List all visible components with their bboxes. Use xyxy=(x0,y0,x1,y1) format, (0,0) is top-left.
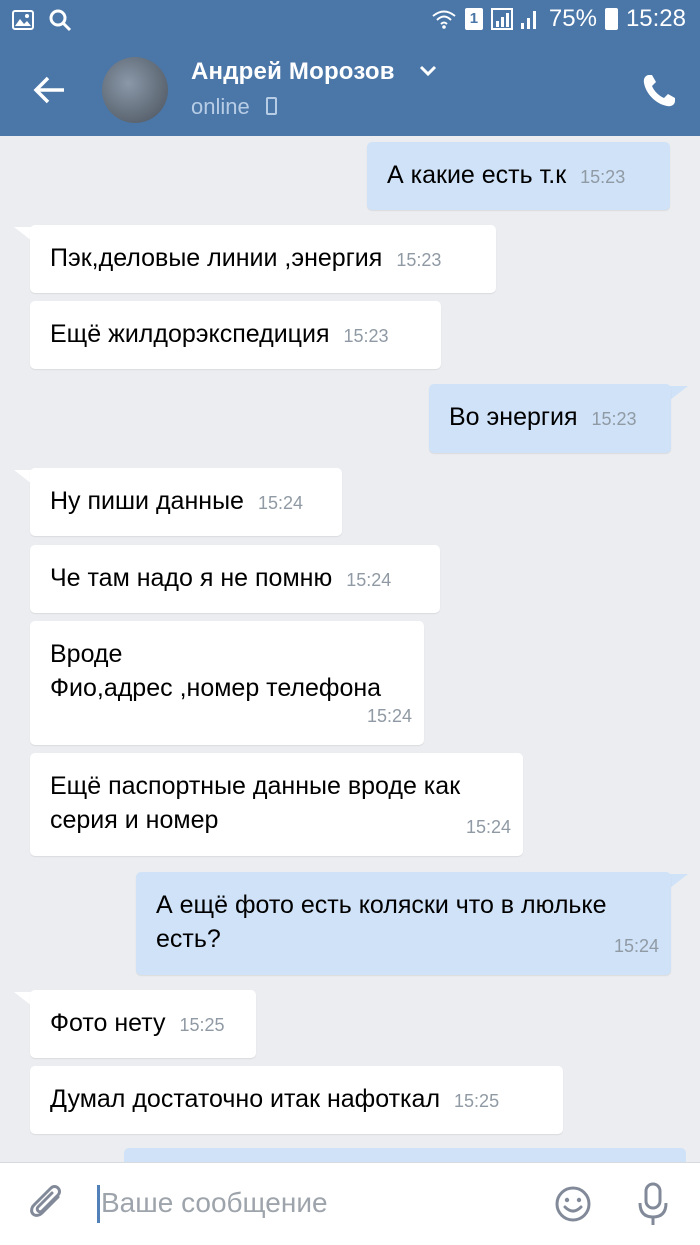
message-text-line: серия и номер xyxy=(50,806,219,834)
message-text: Ну пиши данные xyxy=(50,487,244,515)
avatar[interactable] xyxy=(102,57,168,123)
message-incoming[interactable]: Думал достаточно итак нафоткал 15:25 xyxy=(30,1066,563,1134)
message-text: Во энергия xyxy=(449,403,578,431)
emoji-icon[interactable] xyxy=(554,1185,592,1223)
message-time: 15:25 xyxy=(179,1015,225,1035)
chevron-down-icon[interactable] xyxy=(418,64,438,78)
message-time: 15:24 xyxy=(346,570,392,590)
text-cursor xyxy=(97,1185,100,1223)
back-arrow-icon[interactable] xyxy=(30,70,70,110)
search-icon xyxy=(49,9,72,32)
message-time: 15:23 xyxy=(580,167,626,187)
clock: 15:28 xyxy=(625,5,686,32)
message-text: Ещё жилдорэкспедиция xyxy=(50,320,330,348)
message-outgoing[interactable]: А какие есть т.к 15:23 xyxy=(367,142,670,210)
signal-icon xyxy=(490,8,536,30)
chat-header: Андрей Морозов online xyxy=(0,42,700,136)
message-incoming[interactable]: Ну пиши данные 15:24 xyxy=(30,468,342,536)
battery-percent: 75% xyxy=(548,5,597,32)
message-time: 15:25 xyxy=(454,1091,500,1111)
paperclip-icon[interactable] xyxy=(28,1183,68,1227)
message-outgoing[interactable]: А ещё фото есть коляски что в люльке ест… xyxy=(136,872,671,975)
message-text: Че там надо я не помню xyxy=(50,564,333,592)
battery-icon xyxy=(604,8,618,30)
message-text: Фото нету xyxy=(50,1009,166,1037)
message-text-line: Вроде xyxy=(50,640,123,668)
bubble-tail xyxy=(670,874,688,888)
message-text: Думал достаточно итак нафоткал xyxy=(50,1085,441,1113)
message-text-line: Фио,адрес ,номер телефона xyxy=(50,674,382,702)
message-incoming[interactable]: Пэк,деловые линии ,энергия 15:23 xyxy=(30,225,496,293)
wifi-icon xyxy=(432,10,456,29)
message-incoming[interactable]: Че там надо я не помню 15:24 xyxy=(30,545,440,613)
composer-bar: Ваше сообщение xyxy=(0,1162,700,1245)
message-text-line: А ещё фото есть коляски что в люльке xyxy=(156,891,607,919)
message-text: Пэк,деловые линии ,энергия xyxy=(50,244,383,272)
message-outgoing[interactable]: Во энергия 15:23 xyxy=(429,384,671,453)
message-incoming[interactable]: Ещё жилдорэкспедиция 15:23 xyxy=(30,301,441,369)
message-time: 15:24 xyxy=(465,817,511,837)
status-bar: 1 75% 15:28 xyxy=(0,0,700,42)
sim-icon: 1 xyxy=(464,8,483,30)
message-text: А какие есть т.к xyxy=(387,161,567,189)
message-incoming[interactable]: Фото нету 15:25 xyxy=(30,990,256,1058)
message-time: 15:23 xyxy=(396,250,442,270)
presence-status: online xyxy=(191,94,250,119)
message-time: 15:23 xyxy=(343,326,389,346)
message-text-line: есть? xyxy=(156,925,221,953)
message-input[interactable]: Ваше сообщение xyxy=(101,1187,328,1219)
message-time: 15:24 xyxy=(366,706,412,726)
mobile-phone-icon xyxy=(266,97,277,115)
message-text-line: Ещё паспортные данные вроде как xyxy=(50,772,461,800)
microphone-icon[interactable] xyxy=(636,1181,670,1227)
bubble-tail xyxy=(670,386,688,400)
message-incoming[interactable]: Вроде Фио,адрес ,номер телефона 15:24 xyxy=(30,621,424,745)
message-time: 15:24 xyxy=(257,493,303,513)
contact-name[interactable]: Андрей Морозов xyxy=(191,58,395,86)
phone-call-icon[interactable] xyxy=(640,72,678,110)
message-time: 15:23 xyxy=(591,409,637,429)
message-time: 15:24 xyxy=(613,936,659,956)
gallery-icon xyxy=(12,10,34,30)
message-incoming[interactable]: Ещё паспортные данные вроде как серия и … xyxy=(30,753,523,856)
